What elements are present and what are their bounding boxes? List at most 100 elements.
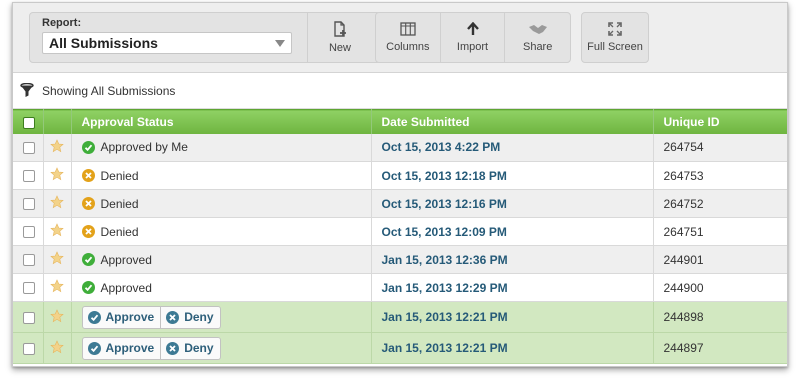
approval-status-text: Approved (100, 252, 152, 267)
favorite-star[interactable] (43, 301, 72, 333)
report-group: Report: All Submissions New (29, 12, 381, 63)
approval-status: Approved (81, 280, 371, 295)
x-circle-icon (166, 341, 180, 355)
deny-button-label: Deny (184, 310, 214, 324)
approval-status: Approved (81, 252, 371, 267)
submissions-window: Report: All Submissions New Columns Impo… (12, 2, 788, 367)
toolbar: Report: All Submissions New Columns Impo… (13, 3, 787, 73)
favorite-star[interactable] (43, 245, 72, 274)
star-icon (50, 139, 64, 152)
row-checkbox[interactable] (22, 170, 35, 183)
approve-button-label: Approve (105, 341, 155, 355)
favorite-star[interactable] (43, 161, 72, 190)
header-select-all-cell (13, 109, 44, 134)
check-circle-icon (87, 310, 101, 324)
header-favorite-column (43, 109, 72, 134)
favorite-star[interactable] (43, 332, 72, 364)
row-select-cell (13, 189, 44, 218)
star-icon (50, 308, 64, 322)
status-cell: Approve Deny (71, 301, 372, 333)
share-button[interactable]: Share (505, 13, 570, 62)
favorite-star[interactable] (43, 189, 72, 218)
star-icon (50, 195, 64, 209)
approval-status: Denied (81, 196, 371, 211)
import-button[interactable]: Import (441, 13, 506, 62)
columns-icon (400, 22, 416, 36)
unique-id-cell: 264751 (653, 217, 787, 246)
header-approval-status[interactable]: Approval Status (71, 109, 372, 134)
row-checkbox[interactable] (22, 226, 35, 239)
star-icon (50, 251, 64, 265)
date-submitted-cell[interactable]: Jan 15, 2013 12:36 PM (371, 245, 654, 274)
report-select-value: All Submissions (49, 35, 158, 51)
table-row[interactable]: Denied Oct 15, 2013 12:16 PM 264752 (13, 189, 787, 218)
unique-id-cell: 244898 (653, 301, 787, 333)
row-select-cell (13, 133, 44, 162)
select-all-checkbox[interactable] (22, 116, 35, 129)
table-row[interactable]: Denied Oct 15, 2013 12:18 PM 264753 (13, 161, 787, 190)
row-checkbox[interactable] (22, 311, 35, 324)
unique-id-cell: 264754 (653, 133, 787, 162)
columns-button-label: Columns (386, 41, 430, 53)
favorite-star[interactable] (43, 217, 72, 246)
table-row[interactable]: Approved Jan 15, 2013 12:36 PM 244901 (13, 245, 787, 274)
header-date-submitted[interactable]: Date Submitted (371, 109, 654, 134)
favorite-star[interactable] (43, 273, 72, 302)
deny-button[interactable]: Deny (161, 336, 221, 360)
star-icon (50, 223, 64, 237)
table-row[interactable]: Denied Oct 15, 2013 12:09 PM 264751 (13, 217, 787, 246)
x-circle-icon (81, 169, 95, 182)
filter-icon[interactable] (20, 83, 34, 98)
row-checkbox[interactable] (22, 282, 35, 295)
new-button[interactable]: New (308, 13, 372, 62)
row-checkbox[interactable] (22, 198, 35, 211)
report-label: Report: (42, 17, 82, 29)
row-checkbox[interactable] (22, 342, 35, 355)
date-submitted-cell[interactable]: Jan 15, 2013 12:21 PM (371, 332, 654, 364)
table-row[interactable]: Approved by Me Oct 15, 2013 4:22 PM 264754 (13, 133, 787, 162)
table-header-row: Approval Status Date Submitted Unique ID (13, 109, 787, 134)
date-submitted-cell[interactable]: Oct 15, 2013 12:18 PM (371, 161, 654, 190)
status-cell: Denied (71, 189, 372, 218)
view-group: Full Screen (581, 12, 649, 63)
filter-bar: Showing All Submissions (13, 73, 787, 109)
row-checkbox[interactable] (22, 254, 35, 267)
approval-status: Denied (81, 169, 371, 183)
unique-id-cell: 264752 (653, 189, 787, 218)
columns-button[interactable]: Columns (376, 13, 441, 62)
approval-status-text: Approved (100, 280, 152, 295)
new-button-label: New (328, 42, 351, 54)
row-checkbox[interactable] (22, 142, 35, 155)
date-submitted-cell[interactable]: Jan 15, 2013 12:29 PM (371, 273, 654, 302)
handshake-icon (528, 25, 547, 34)
table-row[interactable]: Approved Jan 15, 2013 12:29 PM 244900 (13, 273, 787, 302)
table-row[interactable]: Approve Deny Jan 15, 2013 12:21 PM 244898 (13, 301, 787, 333)
chevron-down-icon (275, 39, 285, 47)
date-submitted-cell[interactable]: Jan 15, 2013 12:21 PM (371, 301, 654, 333)
status-cell: Approved (71, 273, 372, 302)
approve-button[interactable]: Approve (81, 305, 162, 329)
row-select-cell (13, 217, 44, 246)
check-circle-icon (81, 281, 95, 294)
date-submitted-cell[interactable]: Oct 15, 2013 12:16 PM (371, 189, 654, 218)
status-cell: Approved (71, 245, 372, 274)
star-icon (50, 279, 64, 293)
status-cell: Approve Deny (71, 332, 372, 364)
status-cell: Denied (71, 161, 372, 190)
date-submitted-cell[interactable]: Oct 15, 2013 4:22 PM (371, 133, 654, 162)
date-submitted-cell[interactable]: Oct 15, 2013 12:09 PM (371, 217, 654, 246)
report-select[interactable]: All Submissions (42, 32, 292, 54)
table-row[interactable]: Approve Deny Jan 15, 2013 12:21 PM 244897 (13, 332, 787, 364)
deny-button[interactable]: Deny (161, 305, 221, 329)
unique-id-cell: 244897 (653, 332, 787, 364)
approve-button[interactable]: Approve (81, 336, 162, 360)
approval-status-text: Denied (100, 196, 139, 211)
fullscreen-button[interactable]: Full Screen (582, 13, 648, 62)
approve-button-label: Approve (105, 310, 155, 324)
row-select-cell (13, 161, 44, 190)
approval-status-text: Denied (100, 224, 139, 239)
header-unique-id[interactable]: Unique ID (653, 109, 787, 134)
filter-status-text: Showing All Submissions (42, 83, 176, 98)
favorite-star[interactable] (43, 133, 72, 162)
approval-status-text: Approved by Me (100, 140, 188, 155)
